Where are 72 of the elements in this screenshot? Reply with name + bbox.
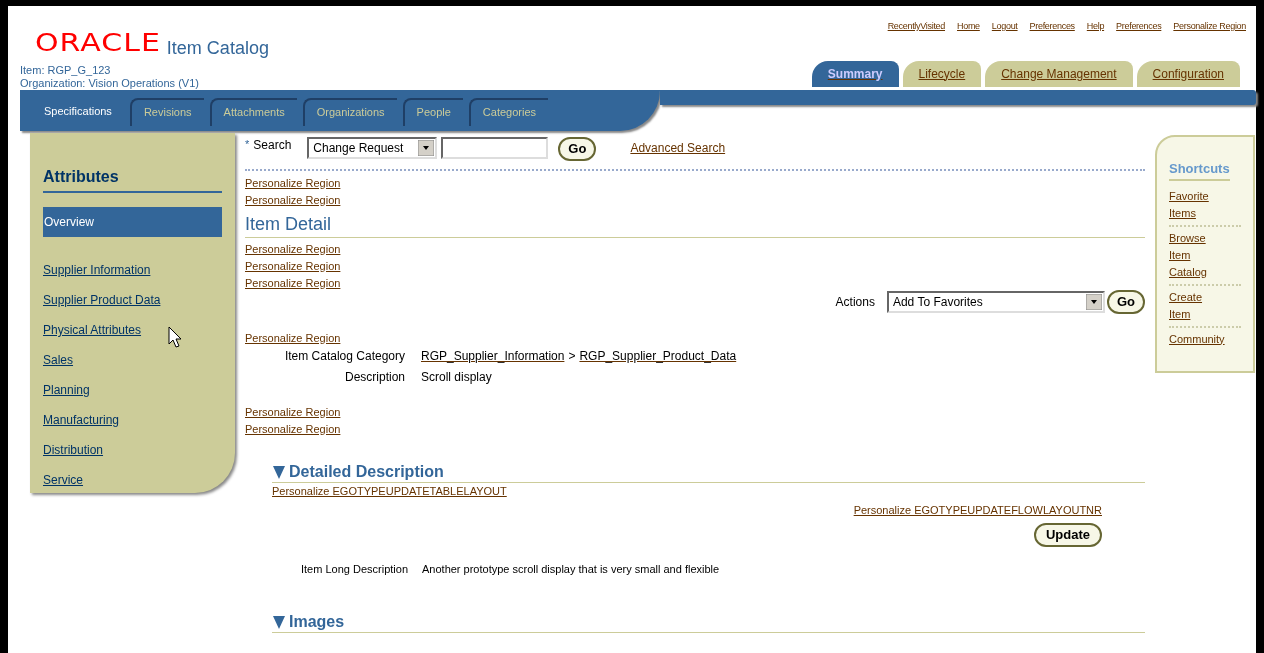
advanced-search-link[interactable]: Advanced Search bbox=[630, 139, 726, 157]
search-type-select[interactable]: Change Request bbox=[307, 137, 438, 160]
update-button[interactable]: Update bbox=[1033, 522, 1102, 547]
shortcut-link[interactable]: Create Item bbox=[1169, 288, 1203, 323]
subtab[interactable]: Categories bbox=[468, 97, 549, 126]
tab[interactable]: Lifecycle bbox=[902, 60, 982, 87]
global-link[interactable]: Personalize Region bbox=[1173, 20, 1246, 34]
expanded-triangle-icon[interactable] bbox=[272, 463, 286, 480]
section-title: Item Detail bbox=[245, 213, 332, 234]
breadcrumb-separator: > bbox=[568, 347, 576, 365]
subtab[interactable]: Revisions bbox=[129, 97, 204, 126]
global-link[interactable]: Home bbox=[957, 20, 980, 34]
tab[interactable]: Configuration bbox=[1136, 60, 1240, 87]
shortcut-link[interactable]: Browse Item Catalog bbox=[1169, 229, 1207, 281]
field-label: Item Long Description bbox=[301, 561, 408, 577]
category-link[interactable]: RGP_Supplier_Product_Data bbox=[579, 346, 737, 365]
personalize-region-link[interactable]: Personalize Region bbox=[245, 240, 341, 258]
personalize-layout-link[interactable]: Personalize EGOTYPEUPDATEFLOWLAYOUTNR bbox=[853, 501, 1102, 519]
dropdown-arrow-icon bbox=[418, 140, 435, 157]
sidebar-item[interactable]: Planning bbox=[43, 375, 222, 405]
app-title: Item Catalog bbox=[166, 38, 269, 58]
field-value: Another prototype scroll display that is very small and flexible bbox=[422, 561, 720, 577]
global-link[interactable]: Preferences bbox=[1116, 20, 1162, 34]
expanded-triangle-icon[interactable] bbox=[272, 614, 286, 631]
sidebar-item[interactable]: Physical Attributes bbox=[43, 315, 222, 345]
sidebar-title: Attributes bbox=[43, 165, 222, 193]
search-field[interactable] bbox=[441, 137, 549, 160]
section-heading: Detailed Description bbox=[289, 461, 444, 482]
global-link[interactable]: Logout bbox=[991, 20, 1018, 34]
sidebar-item[interactable]: Service bbox=[43, 465, 222, 495]
personalize-region-link[interactable]: Personalize Region bbox=[245, 257, 341, 275]
field-label: Item Catalog Category bbox=[283, 347, 405, 365]
shortcuts-title: Shortcuts bbox=[1169, 159, 1230, 181]
organization-label: Organization: Vision Operations (V1) bbox=[20, 77, 200, 90]
actions-select[interactable]: Add To Favorites bbox=[886, 290, 1105, 313]
tab[interactable]: Change Management bbox=[985, 60, 1133, 87]
field-label: Description bbox=[343, 368, 405, 386]
subtab[interactable]: People bbox=[402, 97, 463, 126]
sidebar-item[interactable]: Supplier Information bbox=[43, 255, 222, 285]
global-link[interactable]: Help bbox=[1086, 20, 1105, 34]
sidebar-item[interactable]: Overview bbox=[43, 207, 222, 237]
personalize-region-link[interactable]: Personalize Region bbox=[245, 191, 341, 209]
shortcut-link[interactable]: Community bbox=[1169, 330, 1225, 348]
go-button[interactable]: Go bbox=[1106, 289, 1145, 314]
section-heading: Images bbox=[289, 612, 345, 633]
go-button[interactable]: Go bbox=[558, 136, 597, 161]
tab[interactable]: Summary bbox=[811, 60, 899, 87]
sidebar-item[interactable]: Manufacturing bbox=[43, 405, 222, 435]
dropdown-arrow-icon bbox=[1085, 293, 1102, 310]
global-link[interactable]: Preferences bbox=[1029, 20, 1075, 34]
personalize-region-link[interactable]: Personalize Region bbox=[245, 420, 341, 438]
sidebar-item[interactable]: Distribution bbox=[43, 435, 222, 465]
oracle-logo: ORACLE bbox=[35, 31, 161, 55]
category-link[interactable]: RGP_Supplier_Information bbox=[421, 346, 565, 365]
subtab[interactable]: Attachments bbox=[209, 97, 297, 126]
subtab[interactable]: Organizations bbox=[302, 97, 397, 126]
personalize-region-link[interactable]: Personalize Region bbox=[245, 174, 341, 192]
global-link[interactable]: RecentlyVisited bbox=[887, 20, 945, 34]
search-label: Search bbox=[253, 137, 292, 154]
sidebar-item[interactable]: Sales bbox=[43, 345, 222, 375]
personalize-region-link[interactable]: Personalize Region bbox=[245, 274, 341, 292]
field-value: Scroll display bbox=[421, 368, 492, 386]
shortcut-link[interactable]: Favorite Items bbox=[1169, 187, 1209, 222]
subtab[interactable]: Specifications bbox=[32, 97, 124, 126]
actions-label: Actions bbox=[835, 293, 875, 311]
sidebar-item[interactable]: Supplier Product Data bbox=[43, 285, 222, 315]
personalize-region-link[interactable]: Personalize Region bbox=[245, 403, 341, 421]
required-mark: * bbox=[245, 137, 250, 152]
personalize-region-link[interactable]: Personalize Region bbox=[245, 329, 341, 347]
mouse-cursor-icon bbox=[168, 326, 182, 348]
personalize-layout-link[interactable]: Personalize EGOTYPEUPDATETABLELAYOUT bbox=[272, 482, 507, 500]
item-label: Item: RGP_G_123 bbox=[20, 64, 112, 77]
